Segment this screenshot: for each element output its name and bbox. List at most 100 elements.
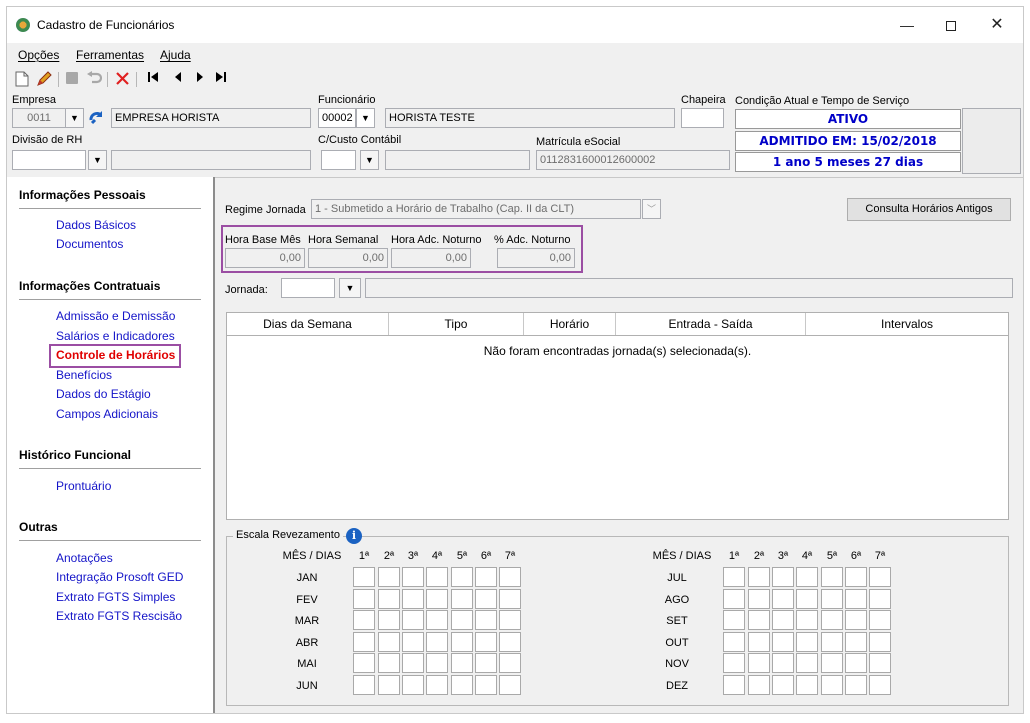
nav-item-admissao-demissao[interactable]: Admissão e Demissão [56, 309, 175, 323]
escala-cell[interactable] [353, 588, 375, 609]
empresa-dropdown-button[interactable]: ▼ [65, 108, 84, 128]
regime-dropdown-button[interactable]: ﹀ [642, 199, 661, 219]
escala-cell[interactable] [869, 631, 891, 652]
menu-ajuda[interactable]: Ajuda [160, 48, 191, 62]
escala-cell[interactable] [451, 675, 473, 695]
escala-cell[interactable] [869, 653, 891, 674]
escala-cell[interactable] [475, 675, 497, 695]
escala-cell[interactable] [353, 653, 375, 674]
nav-item-extrato-fgts-simples[interactable]: Extrato FGTS Simples [56, 590, 175, 604]
hora-semanal-field[interactable]: 0,00 [308, 248, 388, 268]
nav-item-salarios-indicadores[interactable]: Salários e Indicadores [56, 329, 175, 343]
empresa-code-field[interactable]: 0011 [12, 108, 66, 128]
escala-cell[interactable] [796, 631, 818, 652]
escala-cell[interactable] [499, 567, 521, 587]
nav-item-integracao-prosoft-ged[interactable]: Integração Prosoft GED [56, 570, 183, 584]
escala-cell[interactable] [748, 588, 770, 609]
escala-cell[interactable] [426, 610, 448, 631]
escala-cell[interactable] [475, 610, 497, 631]
jornada-field[interactable] [281, 278, 335, 298]
minimize-button[interactable]: — [885, 12, 929, 38]
escala-cell[interactable] [426, 567, 448, 587]
divisao-dropdown-button[interactable]: ▼ [88, 150, 107, 170]
nav-item-documentos[interactable]: Documentos [56, 237, 123, 251]
escala-cell[interactable] [499, 675, 521, 695]
column-header-intervalos[interactable]: Intervalos [806, 313, 1008, 335]
next-record-icon[interactable] [192, 71, 208, 87]
close-button[interactable]: ✕ [975, 12, 1019, 38]
escala-cell[interactable] [353, 610, 375, 631]
jornada-dropdown-button[interactable]: ▼ [339, 278, 361, 298]
escala-cell[interactable] [723, 653, 745, 674]
last-record-icon[interactable] [213, 71, 229, 87]
escala-cell[interactable] [353, 675, 375, 695]
escala-cell[interactable] [772, 675, 794, 695]
hora-base-mes-field[interactable]: 0,00 [225, 248, 305, 268]
escala-cell[interactable] [378, 675, 400, 695]
escala-cell[interactable] [475, 567, 497, 587]
escala-cell[interactable] [402, 675, 424, 695]
nav-item-prontuario[interactable]: Prontuário [56, 479, 111, 493]
escala-cell[interactable] [499, 653, 521, 674]
nav-item-campos-adicionais[interactable]: Campos Adicionais [56, 407, 158, 421]
escala-cell[interactable] [402, 631, 424, 652]
maximize-button[interactable] [929, 12, 973, 38]
escala-cell[interactable] [845, 588, 867, 609]
escala-cell[interactable] [821, 588, 843, 609]
escala-cell[interactable] [451, 567, 473, 587]
escala-cell[interactable] [772, 631, 794, 652]
escala-cell[interactable] [426, 631, 448, 652]
escala-cell[interactable] [869, 675, 891, 695]
escala-cell[interactable] [378, 588, 400, 609]
info-icon[interactable]: i [346, 528, 362, 544]
escala-cell[interactable] [378, 653, 400, 674]
column-header-tipo[interactable]: Tipo [389, 313, 524, 335]
escala-cell[interactable] [796, 653, 818, 674]
escala-cell[interactable] [845, 567, 867, 587]
escala-cell[interactable] [378, 610, 400, 631]
escala-cell[interactable] [451, 631, 473, 652]
escala-cell[interactable] [499, 631, 521, 652]
escala-cell[interactable] [723, 675, 745, 695]
jornada-grid[interactable]: Não foram encontradas jornada(s) selecio… [226, 336, 1009, 520]
escala-cell[interactable] [426, 675, 448, 695]
escala-cell[interactable] [451, 653, 473, 674]
escala-cell[interactable] [845, 653, 867, 674]
nav-item-beneficios[interactable]: Benefícios [56, 368, 112, 382]
nav-item-dados-basicos[interactable]: Dados Básicos [56, 218, 136, 232]
escala-cell[interactable] [402, 588, 424, 609]
escala-cell[interactable] [772, 653, 794, 674]
escala-cell[interactable] [869, 588, 891, 609]
escala-cell[interactable] [821, 653, 843, 674]
escala-cell[interactable] [378, 567, 400, 587]
column-header-entrada-saida[interactable]: Entrada - Saída [616, 313, 806, 335]
previous-record-icon[interactable] [170, 71, 186, 87]
escala-cell[interactable] [499, 588, 521, 609]
escala-cell[interactable] [845, 631, 867, 652]
ccusto-dropdown-button[interactable]: ▼ [360, 150, 379, 170]
empresa-search-icon[interactable] [88, 110, 104, 126]
escala-cell[interactable] [451, 610, 473, 631]
escala-cell[interactable] [475, 653, 497, 674]
chapeira-field[interactable] [681, 108, 724, 128]
perc-adc-noturno-field[interactable]: 0,00 [497, 248, 575, 268]
escala-cell[interactable] [796, 675, 818, 695]
escala-cell[interactable] [796, 588, 818, 609]
escala-cell[interactable] [748, 675, 770, 695]
nav-item-dados-estagio[interactable]: Dados do Estágio [56, 387, 151, 401]
escala-cell[interactable] [402, 567, 424, 587]
escala-cell[interactable] [475, 588, 497, 609]
menu-ferramentas[interactable]: Ferramentas [76, 48, 144, 62]
escala-cell[interactable] [772, 588, 794, 609]
employee-photo[interactable] [962, 108, 1021, 174]
escala-cell[interactable] [796, 610, 818, 631]
escala-cell[interactable] [845, 610, 867, 631]
escala-cell[interactable] [426, 653, 448, 674]
escala-cell[interactable] [772, 567, 794, 587]
column-header-horario[interactable]: Horário [524, 313, 616, 335]
escala-cell[interactable] [869, 567, 891, 587]
escala-cell[interactable] [748, 610, 770, 631]
escala-cell[interactable] [845, 675, 867, 695]
escala-cell[interactable] [821, 675, 843, 695]
consulta-horarios-antigos-button[interactable]: Consulta Horários Antigos [847, 198, 1011, 221]
